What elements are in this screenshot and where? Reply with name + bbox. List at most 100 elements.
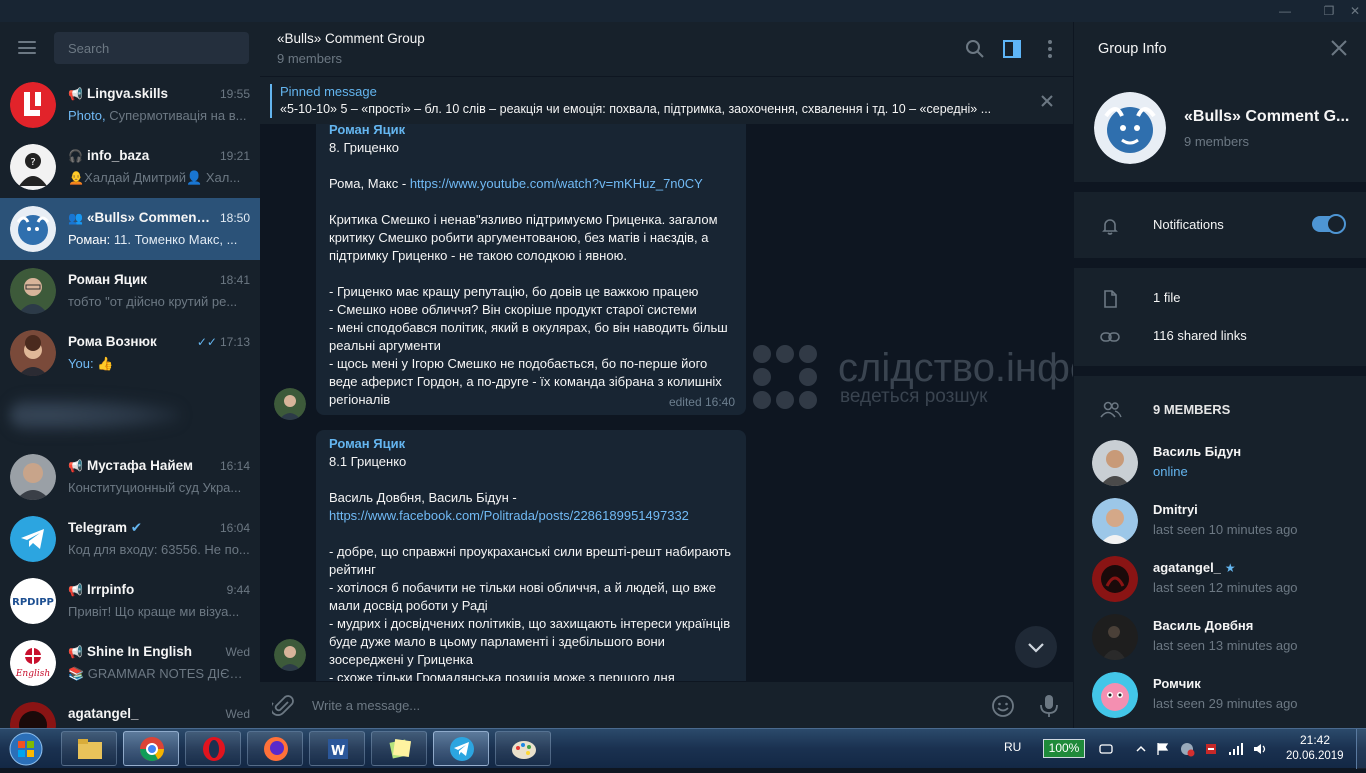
show-desktop-button[interactable]	[1356, 729, 1366, 769]
power-plug-icon[interactable]	[1098, 741, 1114, 757]
attach-icon[interactable]	[270, 694, 294, 718]
avatar[interactable]	[274, 388, 306, 420]
chat-name: 📢 Irrpinfo	[68, 582, 135, 597]
member-status: last seen 12 minutes ago	[1153, 580, 1298, 595]
clock-time[interactable]: 21:42	[1300, 733, 1330, 747]
conversation-panel: «Bulls» Comment Group 9 members Pinned m…	[260, 22, 1073, 728]
avatar[interactable]	[274, 639, 306, 671]
divider	[1074, 182, 1366, 192]
taskbar-paint[interactable]	[495, 731, 551, 766]
member-item[interactable]: agatangel_ ★ last seen 12 minutes ago	[1074, 554, 1366, 612]
more-options-icon[interactable]	[1038, 37, 1062, 61]
restore-button[interactable]: ❐	[1318, 2, 1340, 20]
group-avatar[interactable]	[1094, 92, 1166, 164]
microphone-icon[interactable]	[1037, 693, 1061, 719]
chat-preview: тобто "от дійсно крутий ре...	[68, 294, 238, 309]
minimize-button[interactable]: —	[1274, 2, 1296, 20]
megaphone-icon: 📢	[68, 459, 83, 473]
member-item[interactable]: Ромчик last seen 29 minutes ago	[1074, 670, 1366, 728]
chat-preview: 🧑‍🦲Халдай Дмитрий👤 Хал...	[68, 170, 241, 185]
security-icon[interactable]	[1203, 741, 1219, 757]
message-link[interactable]: https://www.youtube.com/watch?v=mKHuz_7n…	[410, 176, 703, 191]
chat-item-irrpinfo[interactable]: RPDIPP 📢 Irrpinfo 9:44 Привіт! Що краще м…	[0, 570, 260, 632]
pinned-message-bar[interactable]: Pinned message «5-10-10» 5 – «прості» – …	[260, 76, 1073, 124]
close-icon[interactable]	[1329, 38, 1349, 58]
chat-item-bulls-comment-group[interactable]: 👥 «Bulls» Comment ... 18:50 Роман: 11. То…	[0, 198, 260, 260]
chat-preview: Привіт! Що краще ми візуа...	[68, 604, 240, 619]
megaphone-icon: 📢	[68, 87, 83, 101]
megaphone-icon: 📢	[68, 645, 83, 659]
language-indicator[interactable]: RU	[1004, 740, 1021, 754]
chat-preview: Конституционный суд Укра...	[68, 480, 242, 495]
taskbar-firefox[interactable]	[247, 731, 303, 766]
taskbar-telegram[interactable]	[433, 731, 489, 766]
chat-item-roman-yatsyk[interactable]: Роман Яцик 18:41 тобто "от дійсно крутий…	[0, 260, 260, 322]
message-bubble[interactable]: Роман Яцик 8.1 Гриценко Василь Довбня, В…	[316, 430, 746, 681]
read-check-icon: ✓✓	[196, 335, 217, 349]
chrome-icon	[140, 737, 164, 762]
close-icon[interactable]	[1037, 91, 1057, 111]
chat-item-info-baza[interactable]: ? 🎧 info_baza 19:21 🧑‍🦲Халдай Дмитрий👤 Ха…	[0, 136, 260, 198]
word-icon: W	[328, 739, 348, 759]
show-hidden-icons-icon[interactable]	[1133, 741, 1149, 757]
close-window-button[interactable]: ✕	[1344, 2, 1366, 20]
chat-item-agatangel[interactable]: agatangel_ Wed	[0, 694, 260, 728]
svg-text:?: ?	[30, 157, 35, 168]
title-bar: — ❐ ✕	[0, 0, 1366, 22]
panel-title: Group Info	[1098, 41, 1167, 57]
chat-item-blurred[interactable]	[0, 384, 260, 446]
message-edited-time: edited 16:40	[668, 395, 735, 409]
taskbar-chrome[interactable]	[123, 731, 179, 766]
chat-item-mustafa-nayem[interactable]: 📢 Мустафа Найем 16:14 Конституционный суд…	[0, 446, 260, 508]
chat-time: 19:55	[219, 87, 250, 101]
search-input[interactable]	[54, 32, 249, 64]
chat-name: 👥 «Bulls» Comment ...	[68, 210, 213, 225]
message-link[interactable]: https://www.facebook.com/Politrada/posts…	[329, 508, 689, 523]
flag-icon[interactable]	[1155, 741, 1171, 757]
taskbar-file-explorer[interactable]	[61, 731, 117, 766]
verified-icon: ✔	[130, 520, 143, 535]
menu-icon[interactable]	[18, 41, 36, 54]
taskbar-sticky-notes[interactable]	[371, 731, 427, 766]
chat-item-telegram[interactable]: Telegram ✔ 16:04 Код для входу: 63556. Н…	[0, 508, 260, 570]
taskbar-word[interactable]: W	[309, 731, 365, 766]
member-name: Василь Довбня	[1153, 618, 1254, 633]
chat-item-shine-in-english[interactable]: English 📢 Shine In English Wed 📚 GRAMMAR …	[0, 632, 260, 694]
shared-links-row[interactable]: 116 shared links	[1074, 319, 1366, 355]
chat-list-panel: 📢Lingva.skills 19:55 Photo, Супермотивац…	[0, 22, 260, 728]
emoji-icon[interactable]	[991, 694, 1015, 718]
message-author[interactable]: Роман Яцик	[329, 124, 734, 137]
network-error-icon[interactable]	[1179, 741, 1195, 757]
chat-time: Wed	[225, 707, 250, 721]
files-row[interactable]: 1 file	[1074, 281, 1366, 317]
chat-preview: Роман: 11. Томенко Макс, ...	[68, 232, 238, 247]
notifications-toggle[interactable]	[1312, 214, 1346, 234]
battery-indicator[interactable]: 100%	[1043, 739, 1085, 758]
member-item[interactable]: Василь Бідун online	[1074, 438, 1366, 496]
chat-time: ✓✓ 17:13	[196, 335, 250, 349]
divider	[1074, 258, 1366, 268]
signal-icon[interactable]	[1228, 741, 1244, 757]
member-item[interactable]: Василь Довбня last seen 13 minutes ago	[1074, 612, 1366, 670]
message-history: Роман Яцик 8. Гриценко Рома, Макс - http…	[260, 124, 1073, 681]
chat-header[interactable]: «Bulls» Comment Group 9 members	[260, 22, 1073, 76]
sidebar-toggle-icon[interactable]	[1000, 37, 1024, 61]
chat-name: agatangel_	[68, 706, 139, 721]
avatar: English	[10, 640, 56, 686]
member-item[interactable]: Dmitryi last seen 10 minutes ago	[1074, 496, 1366, 554]
bot-icon: 🎧	[68, 149, 83, 163]
volume-icon[interactable]	[1252, 741, 1268, 757]
message-bubble[interactable]: Роман Яцик 8. Гриценко Рома, Макс - http…	[316, 124, 746, 415]
chat-item-lingva-skills[interactable]: 📢 Lingva.skills 19:55 Photo, Супермотивац…	[0, 74, 260, 136]
chat-item-roma-vozniuk[interactable]: Рома Вознюк ✓✓ 17:13 You: 👍	[0, 322, 260, 384]
avatar	[1092, 614, 1138, 660]
scroll-down-button[interactable]	[1015, 626, 1057, 668]
chevron-down-icon	[1028, 643, 1044, 653]
shared-links-label: 116 shared links	[1153, 328, 1247, 343]
message-input[interactable]	[312, 692, 972, 718]
search-icon[interactable]	[963, 37, 987, 61]
message-author[interactable]: Роман Яцик	[329, 436, 734, 451]
clock-date[interactable]: 20.06.2019	[1286, 750, 1344, 762]
start-button[interactable]	[4, 730, 48, 768]
taskbar-opera[interactable]	[185, 731, 241, 766]
